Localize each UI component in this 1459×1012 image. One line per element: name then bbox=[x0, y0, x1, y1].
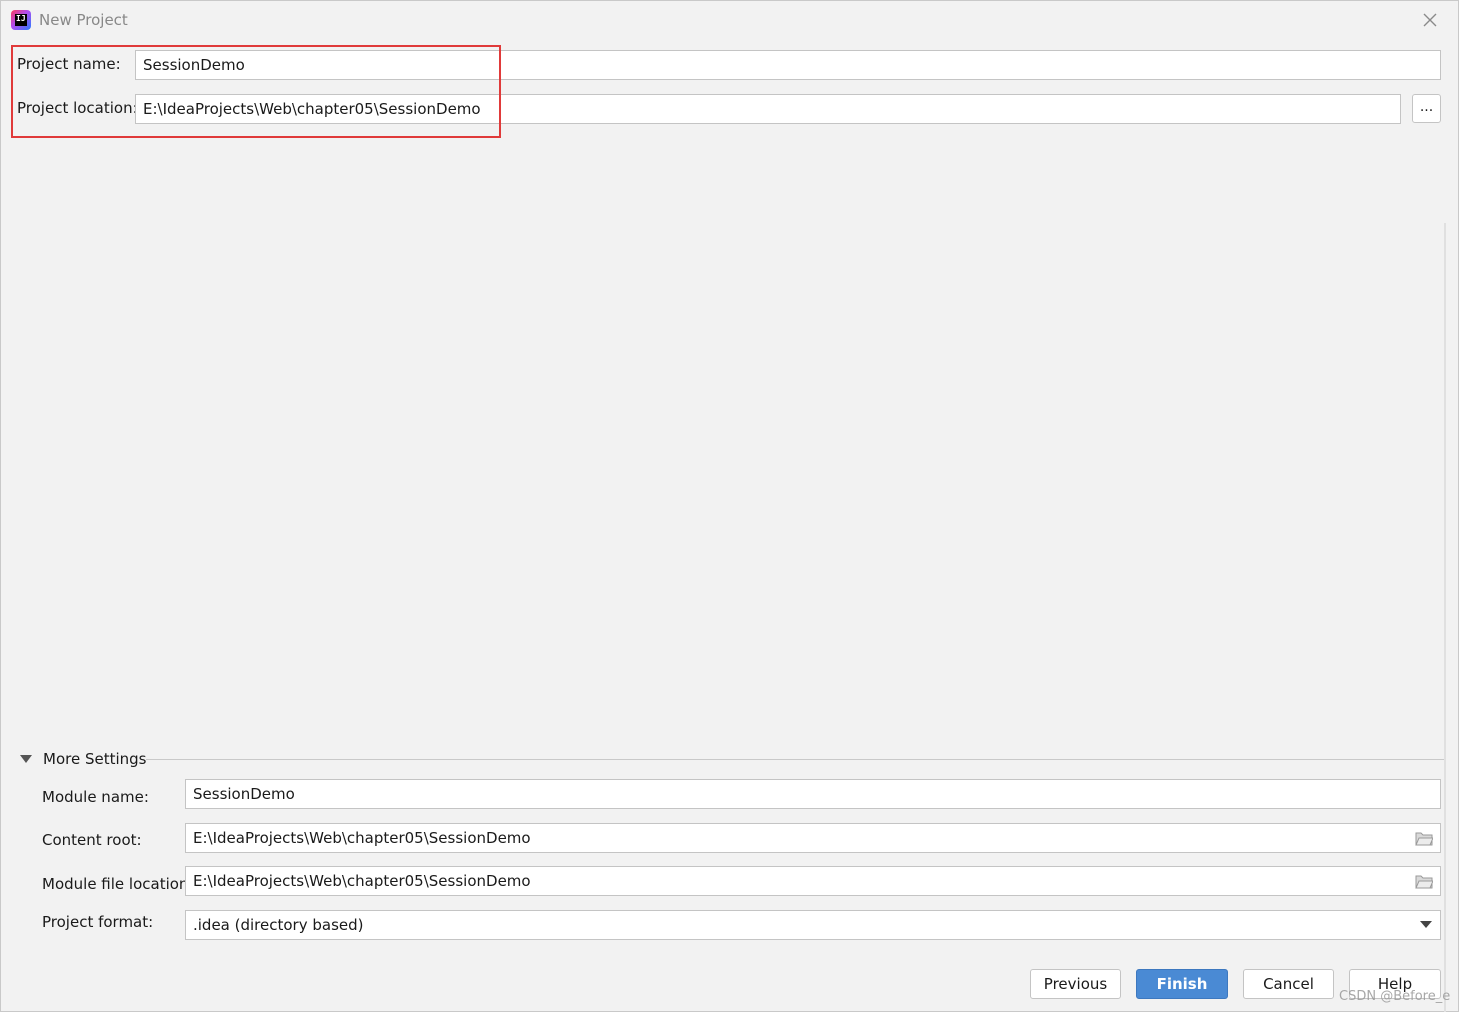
close-button[interactable] bbox=[1420, 10, 1440, 30]
folder-icon[interactable] bbox=[1415, 874, 1433, 889]
content-root-value: E:\IdeaProjects\Web\chapter05\SessionDem… bbox=[193, 829, 531, 847]
folder-icon[interactable] bbox=[1415, 831, 1433, 846]
module-name-label: Module name: bbox=[42, 788, 149, 806]
project-format-label: Project format: bbox=[42, 913, 154, 931]
title-bar: IJ New Project bbox=[1, 1, 1458, 39]
content-root-input[interactable]: E:\IdeaProjects\Web\chapter05\SessionDem… bbox=[185, 823, 1441, 853]
module-name-value: SessionDemo bbox=[193, 785, 295, 803]
watermark: CSDN @Before_e bbox=[1339, 989, 1451, 1004]
window-title: New Project bbox=[39, 11, 128, 29]
chevron-down-icon bbox=[1420, 921, 1432, 928]
more-settings-title: More Settings bbox=[43, 750, 147, 768]
content-root-label: Content root: bbox=[42, 831, 142, 849]
cancel-button[interactable]: Cancel bbox=[1243, 969, 1334, 999]
finish-button[interactable]: Finish bbox=[1136, 969, 1228, 999]
scrollbar-track[interactable] bbox=[1444, 223, 1446, 1012]
module-file-location-input[interactable]: E:\IdeaProjects\Web\chapter05\SessionDem… bbox=[185, 866, 1441, 896]
section-divider bbox=[146, 759, 1444, 760]
browse-button[interactable]: ... bbox=[1412, 94, 1441, 123]
intellij-idea-icon: IJ bbox=[11, 10, 31, 30]
project-format-value: .idea (directory based) bbox=[193, 916, 364, 934]
project-format-select[interactable]: .idea (directory based) bbox=[185, 910, 1441, 940]
more-settings-toggle[interactable]: More Settings bbox=[20, 749, 1444, 771]
previous-button[interactable]: Previous bbox=[1030, 969, 1121, 999]
triangle-down-icon bbox=[20, 755, 32, 763]
close-icon bbox=[1423, 13, 1437, 27]
module-name-input[interactable]: SessionDemo bbox=[185, 779, 1441, 809]
new-project-dialog: IJ New Project Project name: SessionDemo… bbox=[0, 0, 1459, 1012]
module-file-location-value: E:\IdeaProjects\Web\chapter05\SessionDem… bbox=[193, 872, 531, 890]
highlight-annotation bbox=[11, 45, 501, 138]
module-file-location-label: Module file location: bbox=[42, 875, 194, 893]
